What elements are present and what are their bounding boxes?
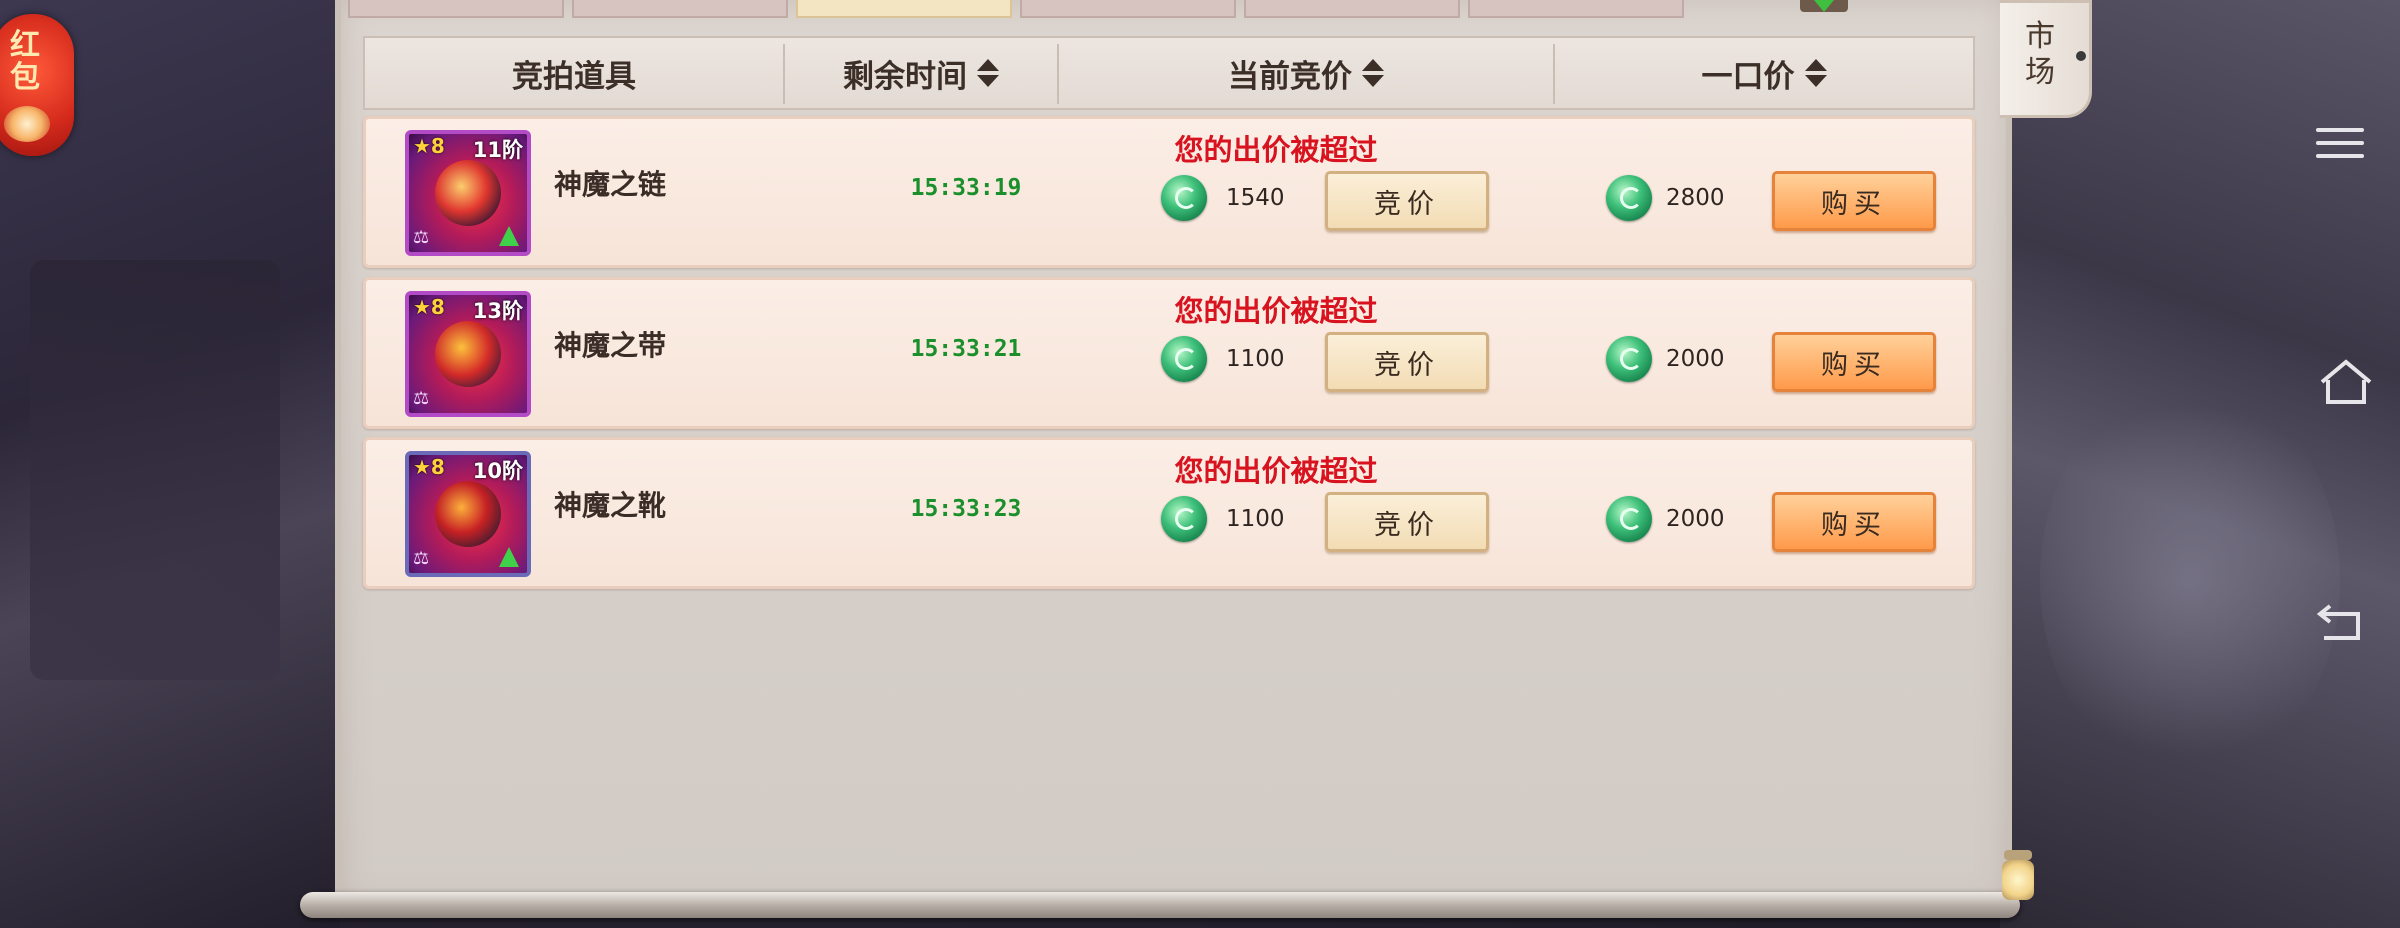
item-tier: 11阶 [472, 138, 523, 162]
header-time-label: 剩余时间 [843, 58, 967, 95]
buy-button[interactable]: 购买 [1772, 492, 1936, 552]
outbid-status: 您的出价被超过 [1174, 454, 1378, 488]
item-stars: ★8 [413, 134, 445, 158]
item-stars: ★8 [413, 295, 445, 319]
item-name: 神魔之带 [554, 329, 667, 362]
current-bid: 1100 [1226, 506, 1285, 532]
buyout-price: 2800 [1666, 185, 1725, 211]
header-price[interactable]: 当前竞价 [1059, 38, 1553, 108]
tab-6[interactable] [1468, 0, 1684, 18]
auction-row: ★8 10阶 ⚖ 神魔之靴 您的出价被超过 15:33:23 1100 竞价 2… [363, 437, 1975, 589]
bind-icon: ⚖ [413, 548, 430, 569]
jade-currency-icon [1161, 496, 1207, 542]
tab-2[interactable] [572, 0, 788, 18]
header-item-label: 竞拍道具 [512, 58, 636, 95]
sort-icon[interactable] [977, 57, 999, 89]
header-time[interactable]: 剩余时间 [785, 38, 1057, 108]
jade-currency-icon [1161, 175, 1207, 221]
lantern-icon [2000, 850, 2036, 908]
time-left: 15:33:19 [910, 175, 1022, 201]
header-price-label: 当前竞价 [1228, 58, 1352, 95]
filter-checkbox[interactable] [1800, 0, 1848, 12]
background-block [30, 260, 280, 680]
bid-button[interactable]: 竞价 [1325, 332, 1489, 392]
buy-button[interactable]: 购买 [1772, 171, 1936, 231]
red-packet-label: 红包 [10, 28, 40, 95]
auction-row: ★8 13阶 ⚖ 神魔之带 您的出价被超过 15:33:21 1100 竞价 2… [363, 277, 1975, 429]
time-left: 15:33:23 [910, 496, 1022, 522]
tab-strip [348, 0, 1684, 18]
item-name: 神魔之链 [554, 168, 667, 201]
back-icon[interactable] [2316, 598, 2364, 646]
item-icon[interactable]: ★8 11阶 ⚖ [405, 130, 531, 256]
jade-currency-icon [1606, 175, 1652, 221]
tab-5[interactable] [1244, 0, 1460, 18]
header-buyout-label: 一口价 [1701, 58, 1795, 95]
bid-button[interactable]: 竞价 [1325, 492, 1489, 552]
bind-icon: ⚖ [413, 388, 430, 409]
upgrade-arrow-icon [499, 547, 519, 567]
header-buyout[interactable]: 一口价 [1555, 38, 1973, 108]
item-name: 神魔之靴 [554, 489, 667, 522]
menu-icon[interactable] [2316, 128, 2364, 168]
jade-currency-icon [1161, 336, 1207, 382]
red-packet-icon [4, 106, 50, 142]
sort-icon[interactable] [1804, 57, 1827, 89]
market-tab-label: 市场 [2025, 19, 2055, 90]
buy-button[interactable]: 购买 [1772, 332, 1936, 392]
item-tier: 13阶 [472, 299, 523, 323]
item-stars: ★8 [413, 455, 445, 479]
item-icon[interactable]: ★8 10阶 ⚖ [405, 451, 531, 577]
bid-button[interactable]: 竞价 [1325, 171, 1489, 231]
upgrade-arrow-icon [499, 226, 519, 246]
outbid-status: 您的出价被超过 [1174, 294, 1378, 328]
outbid-status: 您的出价被超过 [1174, 133, 1378, 167]
home-icon[interactable] [2316, 356, 2372, 410]
market-tab-dot [2076, 51, 2086, 61]
jade-currency-icon [1606, 496, 1652, 542]
item-icon[interactable]: ★8 13阶 ⚖ [405, 291, 531, 417]
bind-icon: ⚖ [413, 227, 430, 248]
table-header: 竞拍道具 剩余时间 当前竞价 一口价 [363, 36, 1975, 110]
current-bid: 1100 [1226, 346, 1285, 372]
sort-icon[interactable] [1362, 57, 1384, 89]
time-left: 15:33:21 [910, 336, 1022, 362]
background-swirl [2040, 380, 2340, 780]
header-item: 竞拍道具 [365, 38, 783, 108]
current-bid: 1540 [1226, 185, 1285, 211]
market-side-tab[interactable]: 市场 [2000, 0, 2092, 118]
tab-4[interactable] [1020, 0, 1236, 18]
item-tier: 10阶 [472, 459, 523, 483]
tab-3-active[interactable] [796, 0, 1012, 18]
check-icon [1814, 0, 1834, 12]
buyout-price: 2000 [1666, 506, 1725, 532]
red-packet-button[interactable]: 红包 [0, 14, 74, 156]
jade-currency-icon [1606, 336, 1652, 382]
auction-row: ★8 11阶 ⚖ 神魔之链 您的出价被超过 15:33:19 1540 竞价 2… [363, 116, 1975, 268]
buyout-price: 2000 [1666, 346, 1725, 372]
scroll-rod [300, 892, 2020, 918]
tab-1[interactable] [348, 0, 564, 18]
